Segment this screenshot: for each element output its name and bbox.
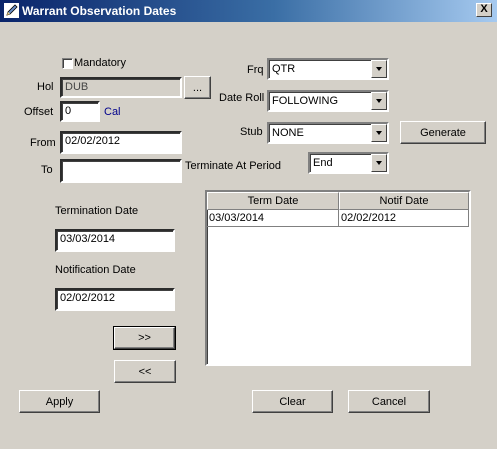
pencil-icon [4,3,19,18]
chevron-down-icon[interactable] [371,154,387,172]
offset-label: Offset [24,106,54,118]
stub-value: NONE [272,127,304,139]
close-button[interactable]: X [476,3,492,17]
remove-date-button[interactable]: << [114,360,176,383]
cancel-label: Cancel [371,395,407,408]
from-date-field[interactable]: 02/02/2012 [60,131,182,154]
date-roll-value: FOLLOWING [272,95,339,107]
terminate-at-period-value: End [313,157,333,169]
chevron-down-icon[interactable] [371,124,387,142]
frq-value: QTR [272,63,296,75]
remove-date-label: << [138,365,152,378]
window-title: Warrant Observation Dates [22,4,177,18]
mandatory-label: Mandatory [74,57,126,69]
add-date-label: >> [138,332,151,344]
notification-date-label: Notification Date [55,264,136,276]
apply-button[interactable]: Apply [19,390,100,413]
chevron-down-icon[interactable] [371,60,387,78]
term-date-cell[interactable]: 03/03/2014 [207,210,339,227]
clear-label: Clear [279,395,306,408]
table-header: Term Date Notif Date [207,192,469,210]
chevron-down-icon[interactable] [371,92,387,110]
frq-select[interactable]: QTR [267,58,389,80]
termination-date-field[interactable]: 03/03/2014 [55,229,175,252]
title-bar[interactable]: Warrant Observation Dates X [0,0,497,22]
terminate-at-period-label: Terminate At Period [185,160,281,172]
column-header-notif-date[interactable]: Notif Date [339,192,469,210]
frq-label: Frq [247,64,264,76]
stub-label: Stub [240,126,263,138]
terminate-at-period-select[interactable]: End [308,152,389,174]
warrant-observation-dates-dialog: Warrant Observation Dates X Mandatory Ho… [0,0,497,449]
hol-browse-label: ... [192,81,203,94]
add-date-button[interactable]: >> [113,326,176,350]
notif-date-cell[interactable]: 02/02/2012 [339,210,469,227]
date-roll-select[interactable]: FOLLOWING [267,90,389,112]
hol-label: Hol [37,81,54,93]
offset-field[interactable]: 0 [60,101,100,122]
termination-date-label: Termination Date [55,205,139,217]
hol-field[interactable]: DUB [60,77,182,98]
dates-table[interactable]: Term Date Notif Date 03/03/2014 02/02/20… [205,190,471,366]
clear-button[interactable]: Clear [252,390,333,413]
date-roll-label: Date Roll [219,92,265,104]
hol-browse-button[interactable]: ... [184,76,211,99]
stub-select[interactable]: NONE [267,122,389,144]
cancel-button[interactable]: Cancel [348,390,430,413]
column-header-term-date[interactable]: Term Date [207,192,339,210]
to-date-field[interactable] [60,159,182,183]
generate-button[interactable]: Generate [400,121,486,144]
generate-label: Generate [420,126,466,139]
apply-label: Apply [45,395,74,408]
cal-link[interactable]: Cal [104,106,121,118]
from-label: From [30,137,56,149]
table-row[interactable]: 03/03/2014 02/02/2012 [207,210,469,227]
mandatory-checkbox[interactable] [62,58,73,69]
notification-date-field[interactable]: 02/02/2012 [55,288,175,311]
to-label: To [41,164,53,176]
